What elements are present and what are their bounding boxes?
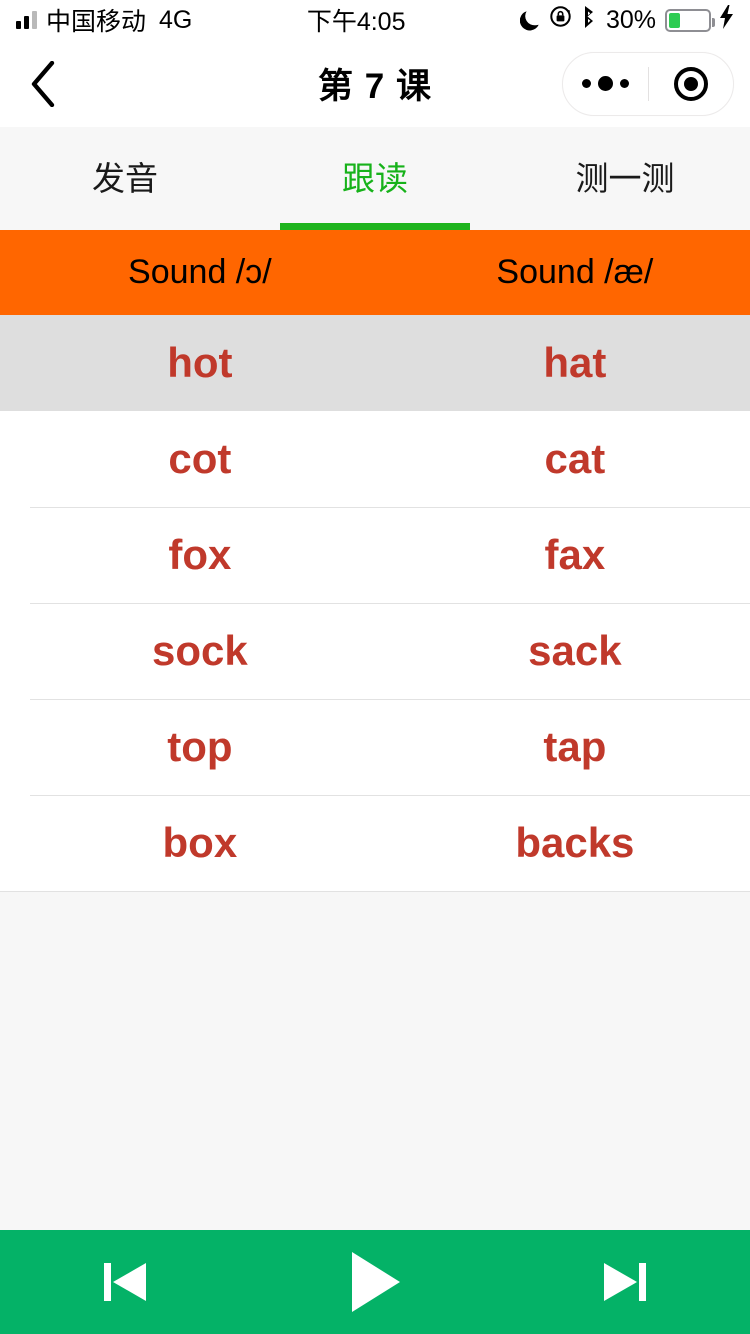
row-divider [30,795,750,796]
app-screen: 中国移动 4G 下午4:05 30% 第 7 课 发音 跟读 测一测 Sound… [0,0,750,1334]
word-pair-list: hot hat cot cat fox fax sock sack top ta… [0,315,750,892]
tab-bar: 发音 跟读 测一测 [0,127,750,230]
capsule-close-button[interactable] [649,53,734,115]
play-button[interactable] [250,1247,500,1317]
word-cell-left: hot [0,339,400,387]
word-pair-row[interactable]: hot hat [0,315,750,411]
ellipsis-icon [581,76,629,91]
skip-previous-icon [94,1251,156,1313]
word-pair-row[interactable]: sock sack [0,603,750,699]
tab-pronunciation[interactable]: 发音 [0,127,250,230]
status-bar: 中国移动 4G 下午4:05 30% [0,0,750,40]
word-text: fox [168,531,232,578]
word-cell-right: hat [400,339,750,387]
tab-label: 发音 [92,159,158,197]
word-text: fax [544,531,606,578]
word-text: sack [528,627,622,674]
word-pair-row[interactable]: fox fax [0,507,750,603]
word-cell-left: top [0,723,400,771]
content-area: Sound /ɔ/ Sound /æ/ hot hat cot cat fox … [0,230,750,1230]
word-pair-row[interactable]: box backs [0,795,750,891]
battery-level-fill [669,12,681,28]
word-text: backs [515,819,635,866]
sound-column-header: Sound /ɔ/ Sound /æ/ [0,230,750,315]
tab-active-underline [280,223,470,230]
tab-read-along[interactable]: 跟读 [250,127,500,230]
empty-space [0,892,750,1230]
back-button[interactable] [0,40,86,127]
next-button[interactable] [500,1251,750,1313]
tab-label: 跟读 [342,159,408,197]
word-cell-left: box [0,819,400,867]
network-type-label: 4G [159,5,193,34]
status-bar-right: 30% [519,4,734,36]
word-pair-row[interactable]: top tap [0,699,750,795]
skip-next-icon [594,1251,656,1313]
carrier-label: 中国移动 [46,8,147,36]
word-text: hat [543,339,607,386]
word-text: sock [152,627,248,674]
row-divider [30,603,750,604]
sound-header-right: Sound /æ/ [496,253,654,291]
battery-icon [665,8,715,32]
sound-header-left: Sound /ɔ/ [128,253,272,291]
word-cell-left: fox [0,531,400,579]
capsule-menu-button[interactable] [563,53,648,115]
target-circle-icon [673,66,708,101]
audio-player-bar [0,1230,750,1334]
word-cell-left: cot [0,435,400,483]
rotation-lock-icon [549,5,572,35]
word-cell-right: fax [400,531,750,579]
tab-label: 测一测 [575,159,675,197]
word-text: cat [544,435,606,482]
nav-bar: 第 7 课 [0,40,750,127]
bluetooth-icon [581,5,597,36]
miniprogram-capsule [562,51,734,116]
word-text: cot [168,435,232,482]
word-text: box [162,819,238,866]
word-cell-right: backs [400,819,750,867]
word-cell-right: cat [400,435,750,483]
tab-quiz[interactable]: 测一测 [500,127,750,230]
signal-bars-icon [16,11,37,29]
previous-button[interactable] [0,1251,250,1313]
word-cell-right: tap [400,723,750,771]
word-cell-right: sack [400,627,750,675]
row-divider [30,699,750,700]
row-divider [30,507,750,508]
word-pair-row[interactable]: cot cat [0,411,750,507]
battery-percent-label: 30% [605,5,656,34]
word-cell-left: sock [0,627,400,675]
word-text: top [167,723,233,770]
do-not-disturb-moon-icon [519,9,540,31]
chevron-left-icon [30,60,56,107]
status-bar-clock: 下午4:05 [306,8,406,36]
status-bar-left: 中国移动 4G [16,2,192,38]
word-text: hot [167,339,233,386]
play-icon [344,1247,406,1317]
word-text: tap [543,723,607,770]
charging-bolt-icon [720,4,734,36]
